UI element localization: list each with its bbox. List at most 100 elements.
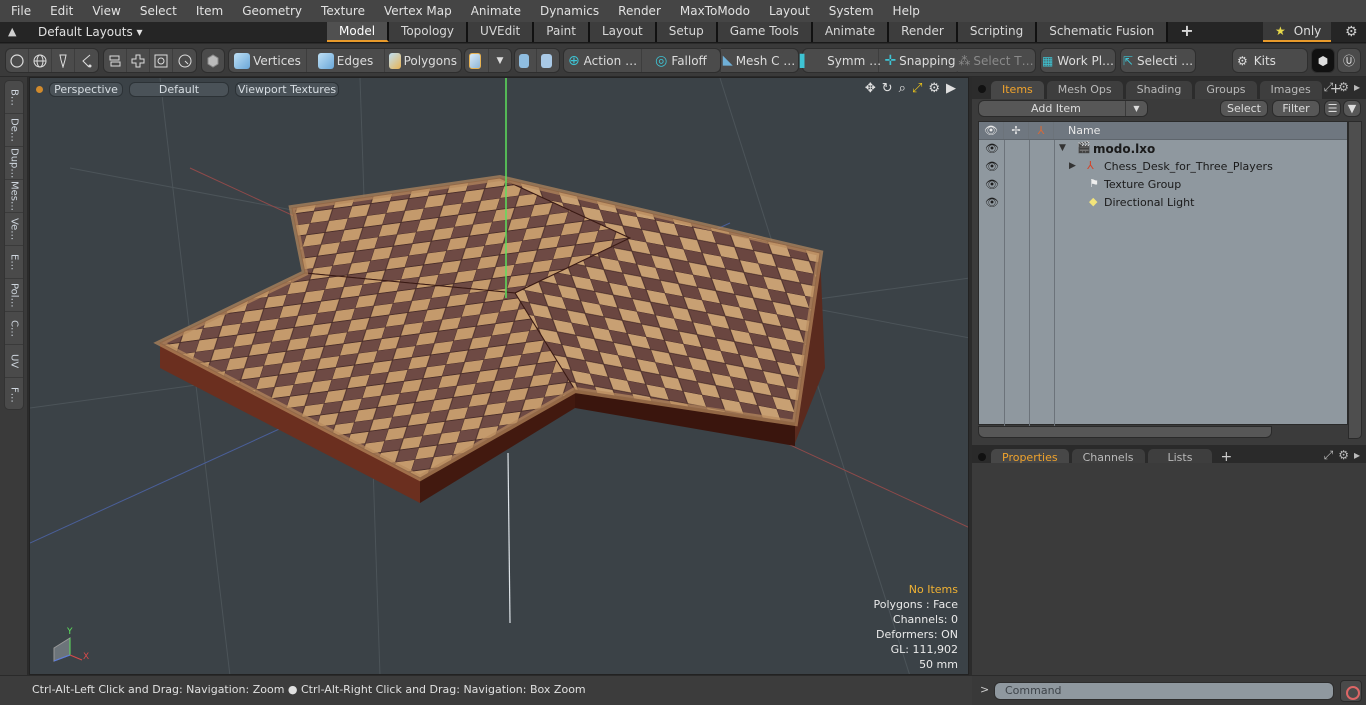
layout-tab-setup[interactable]: Setup (656, 22, 718, 42)
tab-items[interactable]: Items (991, 81, 1044, 99)
layout-tab-scripting[interactable]: Scripting (957, 22, 1038, 42)
polygons-mode-button[interactable]: Polygons (385, 49, 461, 72)
selection-sets-button[interactable]: ⇱ Selecti … (1120, 48, 1196, 73)
properties-gear-icon[interactable]: ⚙ (1338, 448, 1349, 463)
mesh-constraint-button[interactable]: ◣ Mesh C … (721, 48, 799, 73)
select-through-button[interactable]: ⁂ Select T… (958, 48, 1036, 73)
visibility-eye-icon[interactable]: 👁 (985, 142, 999, 155)
expand-down-icon[interactable]: ▼ (1059, 143, 1066, 153)
layout-tab-paint[interactable]: Paint (534, 22, 590, 42)
pen-icon[interactable] (52, 49, 75, 72)
tree-row-scene[interactable]: 👁 ▼ 🎬 modo.lxo (979, 140, 1347, 158)
menu-layout[interactable]: Layout (758, 4, 818, 18)
align-icon[interactable] (104, 49, 127, 72)
globe-icon[interactable] (29, 49, 52, 72)
visibility-eye-icon[interactable]: 👁 (985, 196, 999, 209)
layout-tab-render[interactable]: Render (889, 22, 958, 42)
tree-row-texture-group[interactable]: 👁 ⚑ Texture Group (979, 176, 1347, 194)
add-layout-tab-button[interactable]: + (1168, 22, 1205, 42)
menu-item[interactable]: Item (185, 4, 231, 18)
edges-mode-button[interactable]: Edges (307, 49, 385, 72)
work-plane-button[interactable]: ▦ Work Pl… (1040, 48, 1116, 73)
symmetry-button[interactable]: ▌ Symm … (800, 49, 881, 72)
layout-tab-animate[interactable]: Animate (812, 22, 890, 42)
vtab-edge[interactable]: E… (5, 246, 23, 279)
kits-button[interactable]: ⚙ Kits (1232, 48, 1308, 73)
snapping-button[interactable]: ✛ Snapping (879, 49, 961, 72)
vertical-scrollbar[interactable] (1348, 121, 1362, 439)
chevron-down-icon[interactable]: ▼ (489, 49, 511, 72)
material-cube-icon[interactable] (465, 49, 489, 72)
viewport-gear-icon[interactable]: ⚙ (928, 81, 940, 96)
vtab-mesh-edit[interactable]: Mes… (5, 180, 23, 213)
only-favorites-button[interactable]: ★ Only (1263, 22, 1331, 42)
panel-arrow-icon[interactable]: ▸ (1354, 80, 1360, 95)
item-mode-button[interactable] (201, 48, 225, 73)
collapse-up-icon[interactable]: ▲ (8, 25, 16, 38)
view-mode-dropdown[interactable]: Perspective (49, 81, 123, 97)
visibility-eye-icon[interactable]: 👁 (985, 160, 999, 173)
visibility-column-icon[interactable]: 👁 (979, 122, 1004, 139)
record-macro-icon[interactable] (1340, 680, 1362, 702)
menu-geometry[interactable]: Geometry (231, 4, 310, 18)
filter-funnel-icon[interactable]: ▼ (1343, 100, 1361, 117)
3d-viewport[interactable]: Y X Perspective Default Viewport Texture… (29, 77, 969, 675)
add-item-dropdown[interactable]: Add Item ▼ (978, 100, 1148, 117)
menu-vertex-map[interactable]: Vertex Map (373, 4, 460, 18)
scene-canvas[interactable]: Y X (30, 78, 969, 675)
menu-system[interactable]: System (818, 4, 882, 18)
vtab-curve[interactable]: C… (5, 312, 23, 345)
expand-right-icon[interactable]: ▶ (1069, 161, 1076, 171)
properties-menu-dot[interactable] (978, 453, 986, 461)
center-icon[interactable] (537, 49, 559, 72)
action-center-button[interactable]: ⊕ Action … (564, 49, 642, 72)
horizontal-scrollbar[interactable] (978, 426, 1272, 438)
vtab-polygon[interactable]: Pol… (5, 279, 23, 312)
menu-animate[interactable]: Animate (460, 4, 529, 18)
properties-maximize-icon[interactable]: ⤢ (1324, 448, 1334, 463)
vtab-fusion[interactable]: F… (5, 378, 23, 411)
panel-maximize-icon[interactable]: ⤢ (1324, 80, 1334, 95)
tab-mesh-ops[interactable]: Mesh Ops (1046, 81, 1123, 99)
select-button[interactable]: Select (1220, 100, 1268, 117)
layout-tab-game-tools[interactable]: Game Tools (717, 22, 813, 42)
name-column-header[interactable]: Name (1054, 122, 1347, 139)
vtab-deform[interactable]: De… (5, 114, 23, 147)
tab-groups[interactable]: Groups (1195, 81, 1257, 99)
lock-column-icon[interactable]: ✢ (1004, 122, 1029, 139)
command-input[interactable]: Command (994, 682, 1334, 700)
tree-row-mesh[interactable]: 👁 ▶ ⅄ Chess_Desk_for_Three_Players (979, 158, 1347, 176)
falloff-button[interactable]: ◎ Falloff (642, 49, 720, 72)
layout-tab-layout[interactable]: Layout (589, 22, 657, 42)
viewport-textures-dropdown[interactable]: Viewport Textures (235, 81, 339, 97)
layout-tab-schematic-fusion[interactable]: Schematic Fusion (1037, 22, 1169, 42)
vtab-basic[interactable]: B… (5, 81, 23, 114)
menu-render[interactable]: Render (607, 4, 669, 18)
menu-dynamics[interactable]: Dynamics (529, 4, 607, 18)
filter-button[interactable]: Filter (1272, 100, 1320, 117)
panel-gear-icon[interactable]: ⚙ (1338, 80, 1349, 95)
vtab-duplicate[interactable]: Dup… (5, 147, 23, 180)
viewport-expand-arrow-icon[interactable]: ▶ (946, 81, 956, 96)
unreal-button[interactable]: Ⓤ (1337, 48, 1361, 73)
unity-button[interactable]: ⬢ (1311, 48, 1335, 73)
menu-help[interactable]: Help (882, 4, 928, 18)
menu-texture[interactable]: Texture (310, 4, 373, 18)
maximize-icon[interactable]: ⤢ (912, 81, 922, 96)
layout-tab-topology[interactable]: Topology (389, 22, 469, 42)
viewport-menu-dot[interactable] (36, 85, 43, 93)
visibility-eye-icon[interactable]: 👁 (985, 178, 999, 191)
gear-icon[interactable]: ⚙ (1345, 24, 1358, 40)
vtab-vertex[interactable]: Ve… (5, 213, 23, 246)
pan-icon[interactable]: ✥ (865, 81, 876, 96)
tab-images[interactable]: Images (1259, 81, 1322, 99)
circle-select-icon[interactable] (6, 49, 29, 72)
lasso-icon[interactable] (75, 49, 98, 72)
shading-dropdown[interactable]: Default (129, 81, 229, 97)
menu-file[interactable]: File (0, 4, 39, 18)
uv-unwrap-icon[interactable] (127, 49, 150, 72)
tab-shading[interactable]: Shading (1125, 81, 1193, 99)
zoom-icon[interactable]: ⌕ (899, 81, 906, 96)
list-options-icon[interactable]: ☰ (1324, 100, 1341, 117)
menu-select[interactable]: Select (129, 4, 185, 18)
